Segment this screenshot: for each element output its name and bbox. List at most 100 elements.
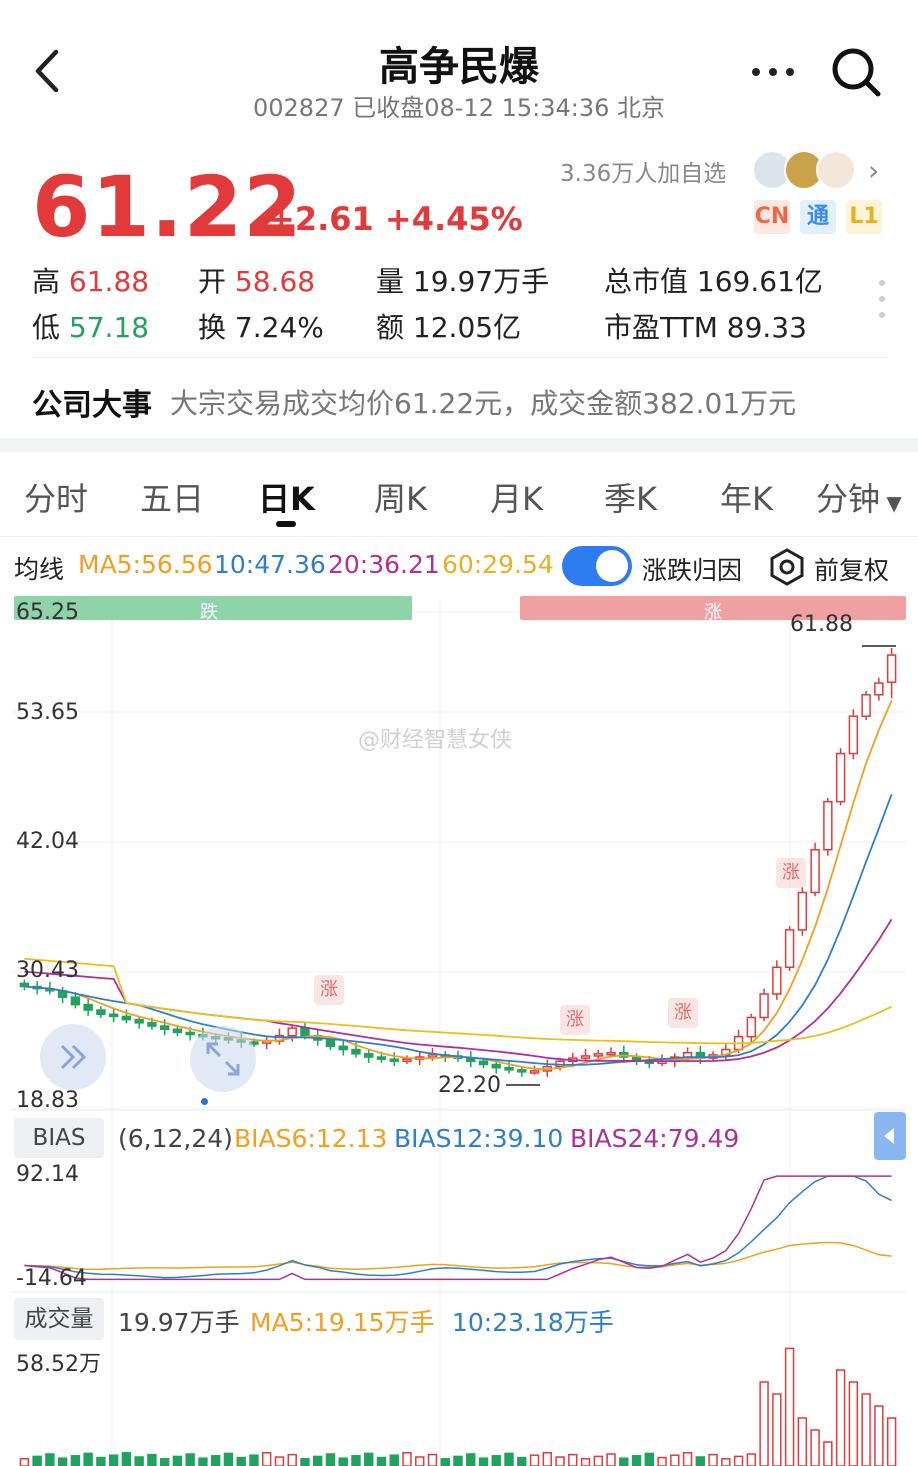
ma10-value: 10:47.36 xyxy=(214,550,326,579)
section-gap xyxy=(0,438,918,452)
up-reason-badge[interactable]: 涨 xyxy=(314,975,344,1005)
caret-down-icon: ▼ xyxy=(880,491,902,515)
band-down-label: 跌 xyxy=(200,602,218,623)
volume-bar xyxy=(185,1453,195,1466)
volume-bar xyxy=(364,1452,374,1466)
candle-body xyxy=(364,1053,374,1058)
candle-body xyxy=(848,715,859,755)
volume-bar xyxy=(772,1393,782,1466)
volume-bar xyxy=(172,1455,183,1466)
volume-bar xyxy=(108,1454,119,1466)
volume-bar xyxy=(313,1455,323,1466)
chevron-right-icon[interactable]: › xyxy=(868,154,879,187)
bias12-line xyxy=(24,1175,892,1279)
toggle-knob xyxy=(596,550,628,582)
watermark: @财经智慧女侠 xyxy=(358,728,513,753)
volume-bar xyxy=(682,1452,693,1466)
volume-bar xyxy=(568,1453,578,1466)
followers-count[interactable]: 3.36万人加自选 xyxy=(560,154,726,188)
volume-bar xyxy=(134,1456,144,1466)
up-reason-badge[interactable]: 涨 xyxy=(668,998,698,1028)
stat-market-cap: 总市值 169.61亿 xyxy=(604,265,823,298)
tab-five-day[interactable]: 五日 xyxy=(140,474,204,520)
more-icon[interactable] xyxy=(748,52,798,92)
up-reason-badge[interactable]: 涨 xyxy=(560,1005,590,1035)
volume-bar xyxy=(389,1454,399,1466)
tab-minute[interactable]: 分钟 ▼ xyxy=(816,474,902,520)
candle-body xyxy=(159,1025,170,1031)
volume-bar xyxy=(223,1452,234,1466)
ma60-value: 60:29.54 xyxy=(442,550,554,579)
candle-body xyxy=(491,1063,501,1069)
volume-bar xyxy=(759,1381,769,1466)
volume-bar xyxy=(874,1405,884,1466)
volume-value: 19.97万手 xyxy=(118,1308,240,1337)
candle-body xyxy=(402,1058,412,1062)
volume-bar xyxy=(670,1454,680,1466)
volume-bar xyxy=(644,1452,655,1466)
search-icon[interactable] xyxy=(828,44,884,100)
candle-body xyxy=(351,1048,361,1055)
volume-label[interactable]: 成交量 xyxy=(14,1298,104,1340)
stat-high: 高 61.88 xyxy=(32,265,150,298)
tab-day-k[interactable]: 日K xyxy=(258,474,315,520)
candle-body xyxy=(606,1052,616,1056)
y-label: 53.65 xyxy=(16,700,79,725)
tab-fenshi[interactable]: 分时 xyxy=(24,474,88,520)
stats-more-icon[interactable] xyxy=(878,278,886,320)
candle-body xyxy=(427,1054,438,1058)
tab-month-k[interactable]: 月K xyxy=(490,474,543,520)
volume-bar xyxy=(57,1457,68,1466)
candle-body xyxy=(121,1015,132,1021)
volume-bar xyxy=(478,1457,489,1466)
tag-tong: 通 xyxy=(800,200,836,234)
volume-bar xyxy=(721,1458,731,1466)
candle-body xyxy=(376,1056,387,1060)
tab-week-k[interactable]: 周K xyxy=(374,474,427,520)
candle-body xyxy=(861,694,871,717)
candle-body xyxy=(96,1009,106,1016)
candle-body xyxy=(338,1045,348,1051)
volume-bar xyxy=(823,1441,833,1466)
fuquan-button[interactable]: 前复权 xyxy=(814,551,889,587)
candle-body xyxy=(593,1053,603,1057)
collapse-left-icon[interactable] xyxy=(874,1112,906,1160)
volume-bar xyxy=(529,1454,540,1466)
volume-bar xyxy=(376,1456,387,1466)
bias6-line xyxy=(24,1241,892,1271)
settings-icon[interactable] xyxy=(768,548,806,586)
tab-season-k[interactable]: 季K xyxy=(604,474,657,520)
candle-body xyxy=(504,1066,514,1071)
candle-body xyxy=(134,1018,144,1024)
up-reason-badge[interactable]: 涨 xyxy=(776,858,806,888)
volume-bar xyxy=(746,1453,757,1466)
bias24-value: BIAS24:79.49 xyxy=(570,1124,740,1153)
volume-bar xyxy=(249,1454,259,1466)
volume-bar xyxy=(261,1452,272,1466)
candle-body xyxy=(147,1022,157,1027)
volume-bar xyxy=(338,1457,348,1466)
company-event-label: 公司大事 xyxy=(32,388,152,423)
volume-bar xyxy=(517,1456,527,1466)
tag-cn: CN xyxy=(754,200,790,234)
candle-body xyxy=(886,654,897,683)
y-label-bottom: 18.83 xyxy=(16,1088,79,1113)
bias6-value: BIAS6:12.13 xyxy=(234,1124,388,1153)
volume-bar xyxy=(861,1393,871,1466)
volume-bar xyxy=(440,1458,450,1466)
bias24-line xyxy=(24,1175,892,1281)
divider xyxy=(0,536,918,537)
fullscreen-icon[interactable] xyxy=(190,1026,256,1092)
volume-bar xyxy=(542,1452,552,1466)
expand-icon[interactable] xyxy=(40,1024,106,1090)
volume-bar xyxy=(159,1458,170,1466)
bias-label[interactable]: BIAS xyxy=(14,1118,104,1158)
volume-bar xyxy=(70,1455,81,1466)
tab-year-k[interactable]: 年K xyxy=(720,474,773,520)
stat-low: 低 57.18 xyxy=(32,311,150,344)
volume-bar xyxy=(784,1347,795,1466)
volume-bar xyxy=(19,1458,30,1466)
volume-bar xyxy=(733,1455,744,1466)
candle-body xyxy=(823,800,833,851)
company-event-text[interactable]: 大宗交易成交均价61.22元，成交金额382.01万元 xyxy=(170,382,796,422)
